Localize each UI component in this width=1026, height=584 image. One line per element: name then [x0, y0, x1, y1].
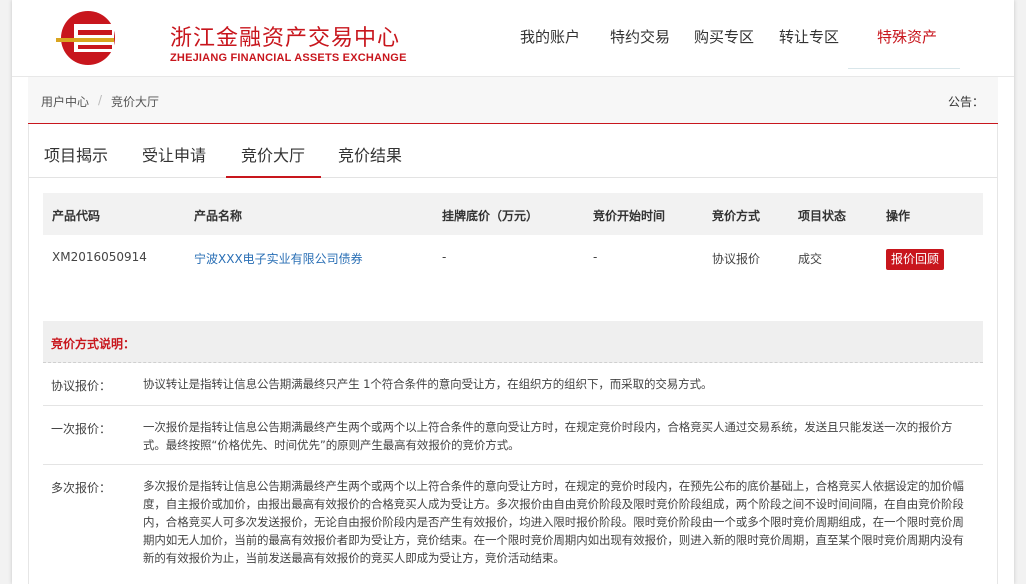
tab-bidding-results[interactable]: 竞价结果: [338, 142, 402, 166]
nav-purchase-zone[interactable]: 购买专区: [694, 26, 754, 47]
nav-special-trade[interactable]: 特约交易: [610, 26, 670, 47]
breadcrumb-current: 竞价大厅: [111, 95, 160, 109]
col-start-time: 竞价开始时间: [593, 209, 666, 223]
main-nav: 我的账户 特约交易 购买专区 转让专区 特殊资产: [12, 0, 1014, 70]
col-bid-method: 竞价方式: [712, 209, 761, 223]
explanation-label: 一次报价：: [51, 422, 112, 436]
cell-start-time: -: [593, 250, 598, 264]
site-header: 浙江金融资产交易中心 ZHEJIANG FINANCIAL ASSETS EXC…: [12, 0, 1014, 76]
explanation-text: 协议转让是指转让信息公告期满最终只产生 1个符合条件的意向受让方，在组织方的组织…: [143, 377, 713, 391]
nav-my-account[interactable]: 我的账户: [520, 26, 580, 47]
col-product-name: 产品名称: [194, 209, 243, 223]
table-header: 产品代码 产品名称 挂牌底价（万元） 竞价开始时间 竞价方式 项目状态 操作: [43, 193, 983, 235]
tab-transfer-application[interactable]: 受让申请: [142, 142, 206, 166]
explanation-label: 协议报价：: [51, 379, 112, 393]
col-product-code: 产品代码: [52, 209, 101, 223]
explanation-item-agreement: 协议报价： 协议转让是指转让信息公告期满最终只产生 1个符合条件的意向受让方，在…: [43, 363, 983, 406]
tab-bar: 项目揭示 受让申请 竞价大厅 竞价结果: [29, 124, 997, 178]
cell-status: 成交: [798, 252, 823, 266]
active-tab-indicator: [226, 176, 321, 178]
cell-product-code: XM2016050914: [52, 250, 147, 264]
content-panel: 项目揭示 受让申请 竞价大厅 竞价结果 产品代码 产品名称 挂牌底价（万元） 竞…: [28, 124, 998, 584]
notice-label[interactable]: 公告：: [948, 93, 984, 110]
page-frame: 浙江金融资产交易中心 ZHEJIANG FINANCIAL ASSETS EXC…: [12, 0, 1014, 584]
tab-project-disclosure[interactable]: 项目揭示: [44, 142, 108, 166]
breadcrumb-user-center[interactable]: 用户中心: [41, 93, 89, 110]
product-name-link[interactable]: 宁波XXX电子实业有限公司债券: [194, 250, 363, 267]
nav-special-assets[interactable]: 特殊资产: [877, 26, 937, 47]
breadcrumb: 用户中心 / 竞价大厅 公告：: [28, 77, 998, 124]
explanation-text: 一次报价是指转让信息公告期满最终产生两个或两个以上符合条件的意向受让方时，在规定…: [143, 420, 953, 452]
cell-bid-method: 协议报价: [712, 252, 761, 266]
explanation-item-multiple-bid: 多次报价： 多次报价是指转让信息公告期满最终产生两个或两个以上符合条件的意向受让…: [43, 465, 983, 584]
col-status: 项目状态: [798, 209, 847, 223]
col-base-price: 挂牌底价（万元）: [442, 209, 539, 223]
col-action: 操作: [886, 209, 911, 223]
explanation-label: 多次报价：: [51, 481, 112, 495]
breadcrumb-separator: /: [98, 93, 103, 107]
quote-review-button[interactable]: 报价回顾: [886, 249, 945, 270]
tab-bidding-hall[interactable]: 竞价大厅: [241, 142, 305, 166]
explanation-text: 多次报价是指转让信息公告期满最终产生两个或两个以上符合条件的意向受让方时，在规定…: [143, 479, 964, 565]
explanation-title: 竞价方式说明：: [51, 337, 136, 351]
explanation-header: 竞价方式说明：: [43, 321, 983, 363]
nav-transfer-zone[interactable]: 转让专区: [779, 26, 839, 47]
explanation-item-single-bid: 一次报价： 一次报价是指转让信息公告期满最终产生两个或两个以上符合条件的意向受让…: [43, 406, 983, 465]
nav-underline: [848, 68, 960, 69]
table-row: XM2016050914 宁波XXX电子实业有限公司债券 - - 协议报价 成交…: [43, 235, 983, 281]
cell-base-price: -: [442, 250, 447, 264]
